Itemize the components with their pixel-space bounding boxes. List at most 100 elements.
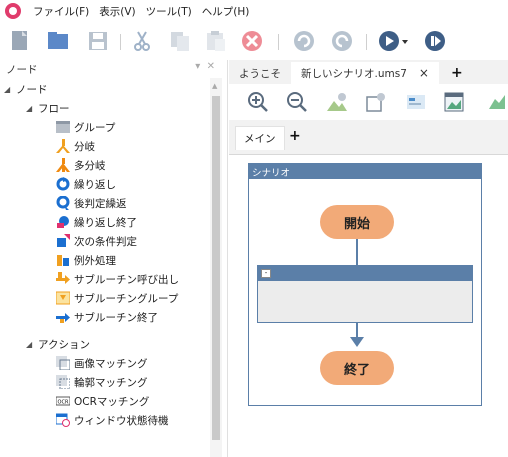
- tree-label: グループ: [74, 121, 116, 134]
- scenario-title: シナリオ: [252, 167, 291, 179]
- caret-down-icon[interactable]: ◢: [26, 104, 38, 113]
- menu-help[interactable]: ヘルプ(H): [197, 4, 255, 19]
- group-icon: [56, 120, 70, 134]
- tree-item-contour-match[interactable]: 輪郭マッチング: [56, 373, 148, 391]
- svg-text:OCR: OCR: [58, 400, 69, 406]
- subtab-main[interactable]: メイン: [235, 126, 285, 150]
- add-tab-button[interactable]: +: [439, 62, 475, 84]
- node-panel-title: ノード: [6, 63, 38, 76]
- variables-icon[interactable]: [405, 91, 427, 113]
- subroutine-end-icon: [56, 310, 70, 324]
- tree-label: 繰り返し: [74, 178, 116, 191]
- run-dropdown-icon[interactable]: [401, 30, 411, 52]
- toolbar-separator: [366, 34, 367, 50]
- exception-icon: [56, 253, 70, 267]
- window-wait-icon: [55, 413, 70, 427]
- tree-item-group[interactable]: グループ: [56, 118, 115, 136]
- tree-label: OCRマッチング: [74, 395, 150, 408]
- panel-close-icon[interactable]: ✕: [207, 61, 215, 72]
- menu-view[interactable]: 表示(V): [94, 4, 140, 19]
- undo-icon[interactable]: [292, 30, 316, 52]
- tree-label: サブルーチン終了: [74, 311, 158, 324]
- connector-line: [356, 239, 358, 265]
- scenario-group[interactable]: シナリオ 開始 - 終了: [248, 163, 482, 406]
- tree-group-flow[interactable]: ◢ フロー: [26, 99, 70, 117]
- open-folder-icon[interactable]: [46, 30, 70, 52]
- copy-icon[interactable]: [168, 30, 192, 52]
- step-run-icon[interactable]: [424, 30, 448, 52]
- loop-icon: [56, 177, 70, 191]
- tree-item-branch[interactable]: 分岐: [56, 137, 95, 155]
- tree-item-subroutine-call[interactable]: サブルーチン呼び出し: [56, 270, 179, 288]
- tree-item-loop-end[interactable]: 繰り返し終了: [56, 213, 137, 231]
- caret-down-icon[interactable]: ◢: [4, 85, 16, 94]
- app-logo-icon[interactable]: [5, 3, 21, 19]
- panel-pin-icon[interactable]: ▾: [195, 61, 200, 72]
- diagram-canvas[interactable]: シナリオ 開始 - 終了: [229, 154, 508, 457]
- tree-label: フロー: [38, 102, 70, 115]
- tree-label: ウィンドウ状態待機: [74, 414, 169, 427]
- tab-label: 新しいシナリオ.ums7: [301, 67, 407, 80]
- run-icon[interactable]: [378, 30, 402, 52]
- arrow-head-icon: [350, 337, 364, 347]
- new-file-icon[interactable]: [8, 30, 32, 52]
- zoom-out-icon[interactable]: [286, 91, 308, 113]
- tree-item-window-wait[interactable]: ウィンドウ状態待機: [55, 411, 169, 429]
- main-toolbar: [0, 22, 508, 60]
- menu-bar: ファイル(F) 表示(V) ツール(T) ヘルプ(H): [0, 0, 508, 22]
- tree-item-loop[interactable]: 繰り返し: [56, 175, 116, 193]
- tree-item-exception[interactable]: 例外処理: [56, 251, 116, 269]
- menu-tools[interactable]: ツール(T): [141, 4, 197, 19]
- node-panel-header: ノード ▾ ✕: [0, 60, 227, 78]
- collapsed-subgroup[interactable]: -: [257, 265, 473, 323]
- tree-label: ノード: [16, 83, 48, 96]
- start-node-label: 開始: [343, 216, 370, 232]
- delete-icon[interactable]: [240, 30, 264, 52]
- node-panel-scrollbar[interactable]: ▲: [210, 78, 222, 457]
- subtab-label: メイン: [244, 133, 276, 145]
- toolbar-separator: [278, 34, 279, 50]
- save-icon[interactable]: [86, 30, 110, 52]
- scroll-up-icon[interactable]: ▲: [212, 82, 217, 90]
- zoom-in-icon[interactable]: [247, 91, 269, 113]
- tab-welcome[interactable]: ようこそ: [229, 62, 291, 84]
- tree-item-post-loop[interactable]: 後判定繰返: [56, 194, 127, 212]
- tree-group-node[interactable]: ◢ ノード: [4, 80, 48, 98]
- scrollbar-thumb[interactable]: [212, 96, 220, 440]
- tree-item-subroutine-group[interactable]: サブルーチングループ: [55, 289, 179, 307]
- tab-label: ようこそ: [239, 67, 281, 80]
- tree-label: 繰り返し終了: [74, 216, 137, 229]
- properties-icon[interactable]: [365, 91, 387, 113]
- document-tabs: ようこそ 新しいシナリオ.ums7 × +: [229, 60, 508, 84]
- tree-item-multi-branch[interactable]: 多分岐: [56, 156, 106, 174]
- tree-item-next-condition[interactable]: 次の条件判定: [56, 232, 137, 250]
- connector-arrow: [350, 323, 364, 347]
- image-settings-icon[interactable]: [326, 91, 348, 113]
- redo-icon[interactable]: [330, 30, 354, 52]
- cut-icon[interactable]: [130, 30, 154, 52]
- start-node[interactable]: 開始: [320, 205, 394, 239]
- tree-label: 例外処理: [74, 254, 116, 267]
- tab-close-icon[interactable]: ×: [419, 66, 429, 80]
- end-node[interactable]: 終了: [320, 351, 394, 385]
- collapse-button[interactable]: -: [261, 269, 271, 278]
- menu-file[interactable]: ファイル(F): [28, 4, 94, 19]
- screenshot-icon[interactable]: [443, 91, 465, 113]
- add-subtab-button[interactable]: +: [289, 128, 301, 144]
- loop-end-icon: [56, 215, 70, 229]
- subroutine-call-icon: [56, 272, 70, 286]
- chart-icon[interactable]: [487, 91, 508, 113]
- caret-down-icon[interactable]: ◢: [26, 340, 38, 349]
- tree-label: サブルーチングループ: [74, 292, 179, 305]
- paste-icon[interactable]: [204, 30, 228, 52]
- tree-group-action[interactable]: ◢ アクション: [26, 335, 90, 353]
- tab-scenario[interactable]: 新しいシナリオ.ums7 ×: [291, 62, 439, 84]
- tree-item-subroutine-end[interactable]: サブルーチン終了: [56, 308, 158, 326]
- tree-label: 後判定繰返: [74, 197, 127, 210]
- scenario-title-bar[interactable]: シナリオ: [249, 164, 481, 179]
- tree-item-image-match[interactable]: 画像マッチング: [56, 354, 148, 372]
- tree-label: 多分岐: [74, 159, 106, 172]
- tree-item-ocr-match[interactable]: OCR OCRマッチング: [55, 392, 150, 410]
- branch-icon: [56, 139, 70, 153]
- subgroup-title-bar[interactable]: [258, 266, 472, 281]
